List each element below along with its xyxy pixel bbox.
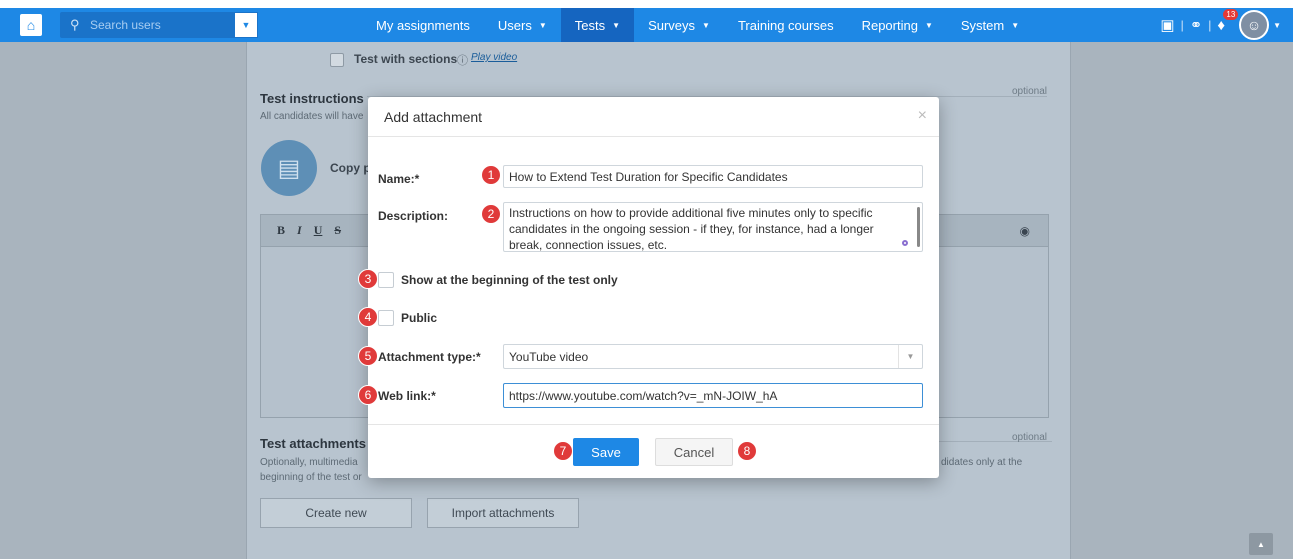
notification-badge: 13: [1223, 8, 1239, 20]
create-new-button[interactable]: Create new: [260, 498, 412, 528]
main-nav: My assignments Users ▼ Tests ▼ Surveys ▼ Tr…: [362, 8, 1033, 42]
copy-label: Copy p: [330, 161, 371, 175]
show-beginning-checkbox[interactable]: [378, 272, 394, 288]
nav-label: Training courses: [737, 17, 834, 33]
dialog-footer: Save Cancel: [368, 424, 939, 478]
attachments-title: Test attachments: [260, 436, 366, 451]
separator: |: [1208, 18, 1212, 32]
nav-label: System: [960, 17, 1005, 33]
book-icon: ▤: [261, 140, 317, 196]
attachments-description-2: beginning of the test or: [260, 472, 362, 483]
instructions-title: Test instructions: [260, 91, 364, 106]
callout-marker-5: 5: [358, 346, 378, 366]
instructions-description: All candidates will have: [260, 111, 364, 122]
callout-marker-7: 7: [553, 441, 573, 461]
attachment-type-label: Attachment type:*: [378, 350, 481, 364]
attachments-description-right: didates only at the: [941, 457, 1023, 468]
notification-bell-icon[interactable]: ♦ 13: [1217, 8, 1239, 34]
nav-label: Tests: [574, 17, 606, 33]
home-icon[interactable]: ⌂: [20, 14, 42, 36]
description-textarea[interactable]: Instructions on how to provide additiona…: [503, 202, 923, 252]
nav-training-courses[interactable]: Training courses: [724, 8, 848, 42]
name-label: Name:*: [378, 172, 420, 186]
attachment-type-value: YouTube video: [509, 349, 589, 364]
help-circle-icon: ⓘ: [457, 55, 468, 67]
help-book-icon[interactable]: ▣: [1160, 16, 1174, 34]
callout-marker-8: 8: [737, 441, 757, 461]
nav-tests[interactable]: Tests ▼: [560, 8, 635, 42]
nav-my-assignments[interactable]: My assignments: [362, 8, 484, 42]
caret-down-icon[interactable]: ▼: [1273, 21, 1281, 30]
callout-marker-2: 2: [481, 204, 501, 224]
avatar[interactable]: ☺: [1239, 10, 1270, 40]
strikethrough-button[interactable]: S: [334, 223, 341, 238]
nav-system[interactable]: System ▼: [947, 8, 1033, 42]
callout-marker-3: 3: [358, 269, 378, 289]
user-search: ⚲ ▼: [60, 12, 258, 38]
nav-surveys[interactable]: Surveys ▼: [634, 8, 724, 42]
underline-button[interactable]: U: [314, 223, 323, 238]
scroll-to-top-button[interactable]: ▲: [1249, 533, 1273, 555]
search-icon: ⚲: [70, 17, 80, 32]
save-button[interactable]: Save: [573, 438, 639, 466]
top-navigation-inner: ⌂ ⚲ ▼ My assignments Users ▼ Tests ▼ Surve…: [0, 8, 1293, 42]
show-beginning-label: Show at the beginning of the test only: [401, 273, 618, 287]
dialog-title: Add attachment: [384, 108, 483, 125]
close-icon[interactable]: ×: [918, 107, 927, 125]
textarea-scrollbar[interactable]: [917, 207, 920, 247]
search-dropdown-button[interactable]: ▼: [234, 12, 258, 38]
callout-marker-1: 1: [481, 165, 501, 185]
textarea-resize-icon: [902, 240, 908, 246]
caret-down-icon: ▼: [612, 20, 621, 30]
caret-down-icon: ▼: [538, 20, 547, 30]
headset-icon[interactable]: ⚭: [1190, 16, 1203, 34]
top-navigation-bar: ⌂ ⚲ ▼ My assignments Users ▼ Tests ▼ Surve…: [0, 0, 1293, 42]
optional-label: optional: [1012, 432, 1048, 443]
bold-button[interactable]: B: [277, 223, 285, 238]
public-checkbox[interactable]: [378, 310, 394, 326]
search-input[interactable]: [90, 18, 240, 32]
right-tools: ▣ | ⚭ | ♦ 13 ☺ ▼: [1156, 8, 1281, 42]
chevron-down-icon[interactable]: ▼: [898, 345, 922, 368]
public-label: Public: [401, 311, 438, 325]
nav-label: Reporting: [861, 17, 918, 33]
cancel-button[interactable]: Cancel: [655, 438, 733, 466]
caret-down-icon: ▼: [924, 20, 933, 30]
nav-label: Users: [497, 17, 532, 33]
nav-label: My assignments: [376, 17, 470, 33]
attachments-description-1: Optionally, multimedia: [260, 457, 358, 468]
attachment-type-select[interactable]: YouTube video ▼: [503, 344, 923, 369]
name-input[interactable]: [503, 165, 923, 188]
description-label: Description:: [378, 209, 449, 223]
test-with-sections-label: Test with sections: [354, 52, 458, 66]
web-link-input[interactable]: [503, 383, 923, 408]
import-attachments-button[interactable]: Import attachments: [427, 498, 579, 528]
separator: |: [1180, 18, 1184, 32]
dialog-header: Add attachment ×: [368, 97, 939, 137]
web-link-label: Web link:*: [378, 389, 436, 403]
caret-down-icon: ▼: [702, 20, 710, 30]
test-with-sections-checkbox[interactable]: [330, 53, 344, 67]
nav-users[interactable]: Users ▼: [484, 8, 561, 42]
caret-down-icon: ▼: [1011, 20, 1020, 30]
nav-reporting[interactable]: Reporting ▼: [848, 8, 947, 42]
play-video-link[interactable]: Play video: [471, 52, 517, 63]
eye-icon[interactable]: ◉: [1020, 224, 1030, 238]
callout-marker-6: 6: [358, 385, 378, 405]
italic-button[interactable]: I: [297, 223, 302, 238]
add-attachment-dialog: Add attachment × Name:* Description: Ins…: [368, 97, 939, 478]
nav-label: Surveys: [648, 17, 696, 33]
optional-label: optional: [1012, 86, 1048, 97]
callout-marker-4: 4: [358, 307, 378, 327]
